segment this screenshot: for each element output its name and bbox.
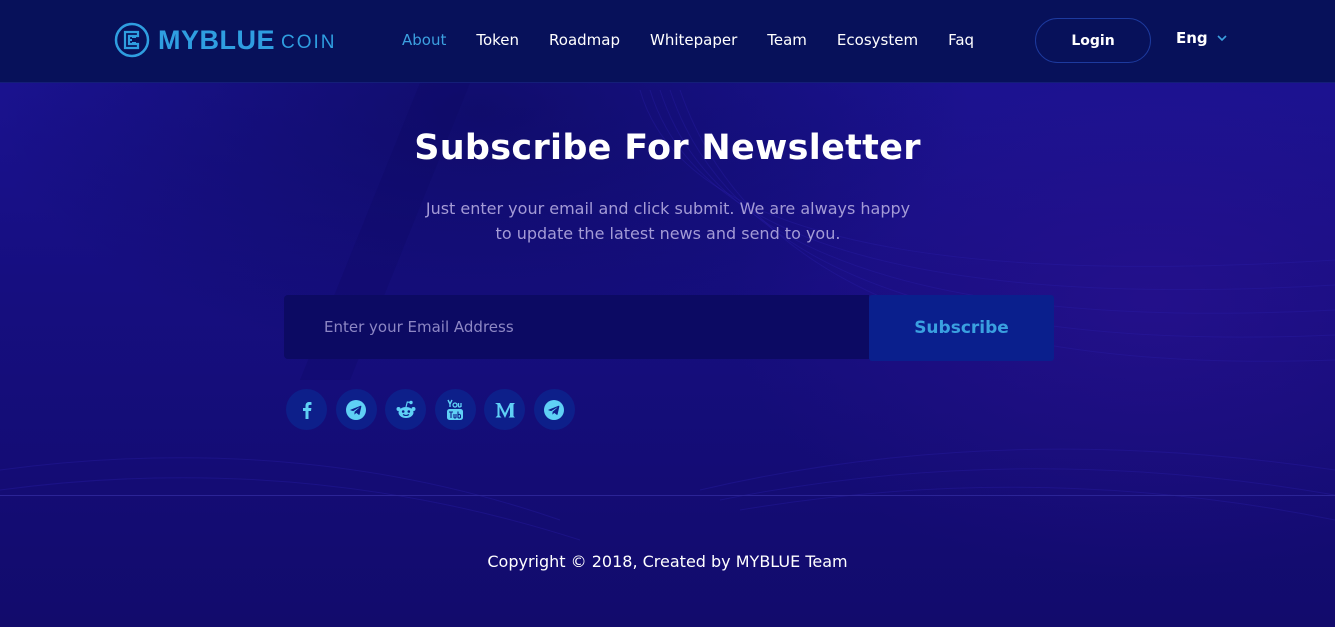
newsletter-title: Subscribe For Newsletter	[414, 128, 921, 168]
telegram-icon	[346, 399, 367, 420]
social-facebook-button[interactable]	[286, 389, 327, 430]
language-selector[interactable]: Eng	[1176, 29, 1227, 47]
nav-link-ecosystem[interactable]: Ecosystem	[837, 31, 918, 49]
facebook-icon	[302, 401, 311, 419]
youtube-icon	[447, 399, 464, 420]
email-input[interactable]	[324, 318, 869, 336]
brand-name: MYBLUE	[158, 24, 275, 55]
brand-suffix: COIN	[281, 31, 337, 53]
nav-link-whitepaper[interactable]: Whitepaper	[650, 31, 737, 49]
reddit-icon	[396, 400, 416, 418]
language-label: Eng	[1176, 29, 1208, 47]
social-telegram-button[interactable]	[335, 389, 377, 430]
telegram-icon	[544, 399, 565, 420]
email-field-container	[284, 295, 869, 359]
social-telegram-button-2[interactable]	[533, 389, 575, 430]
main-nav: About Token Roadmap Whitepaper Team Ecos…	[402, 31, 974, 49]
footer-divider	[0, 495, 1335, 496]
newsletter-description: Just enter your email and click submit. …	[418, 196, 918, 246]
newsletter-description-line1: Just enter your email and click submit. …	[425, 199, 911, 218]
newsletter-description-line2: to update the latest news and send to yo…	[495, 224, 841, 243]
login-button[interactable]: Login	[1035, 18, 1151, 63]
brand-logo[interactable]: MYBLUE COIN	[114, 22, 337, 58]
nav-link-about[interactable]: About	[402, 31, 446, 49]
nav-link-faq[interactable]: Faq	[948, 31, 974, 49]
social-reddit-button[interactable]	[385, 389, 427, 430]
chevron-down-icon	[1217, 34, 1227, 41]
nav-link-token[interactable]: Token	[476, 31, 519, 49]
medium-icon	[494, 402, 515, 418]
coin-logo-icon	[114, 22, 150, 58]
social-medium-button[interactable]	[484, 389, 526, 430]
social-youtube-button[interactable]	[434, 389, 476, 430]
social-links	[286, 389, 575, 430]
site-header: MYBLUE COIN About Token Roadmap Whitepap…	[0, 0, 1335, 83]
subscribe-button[interactable]: Subscribe	[869, 295, 1054, 361]
nav-link-roadmap[interactable]: Roadmap	[549, 31, 620, 49]
nav-link-team[interactable]: Team	[767, 31, 807, 49]
copyright-text: Copyright © 2018, Created by MYBLUE Team	[487, 552, 848, 571]
